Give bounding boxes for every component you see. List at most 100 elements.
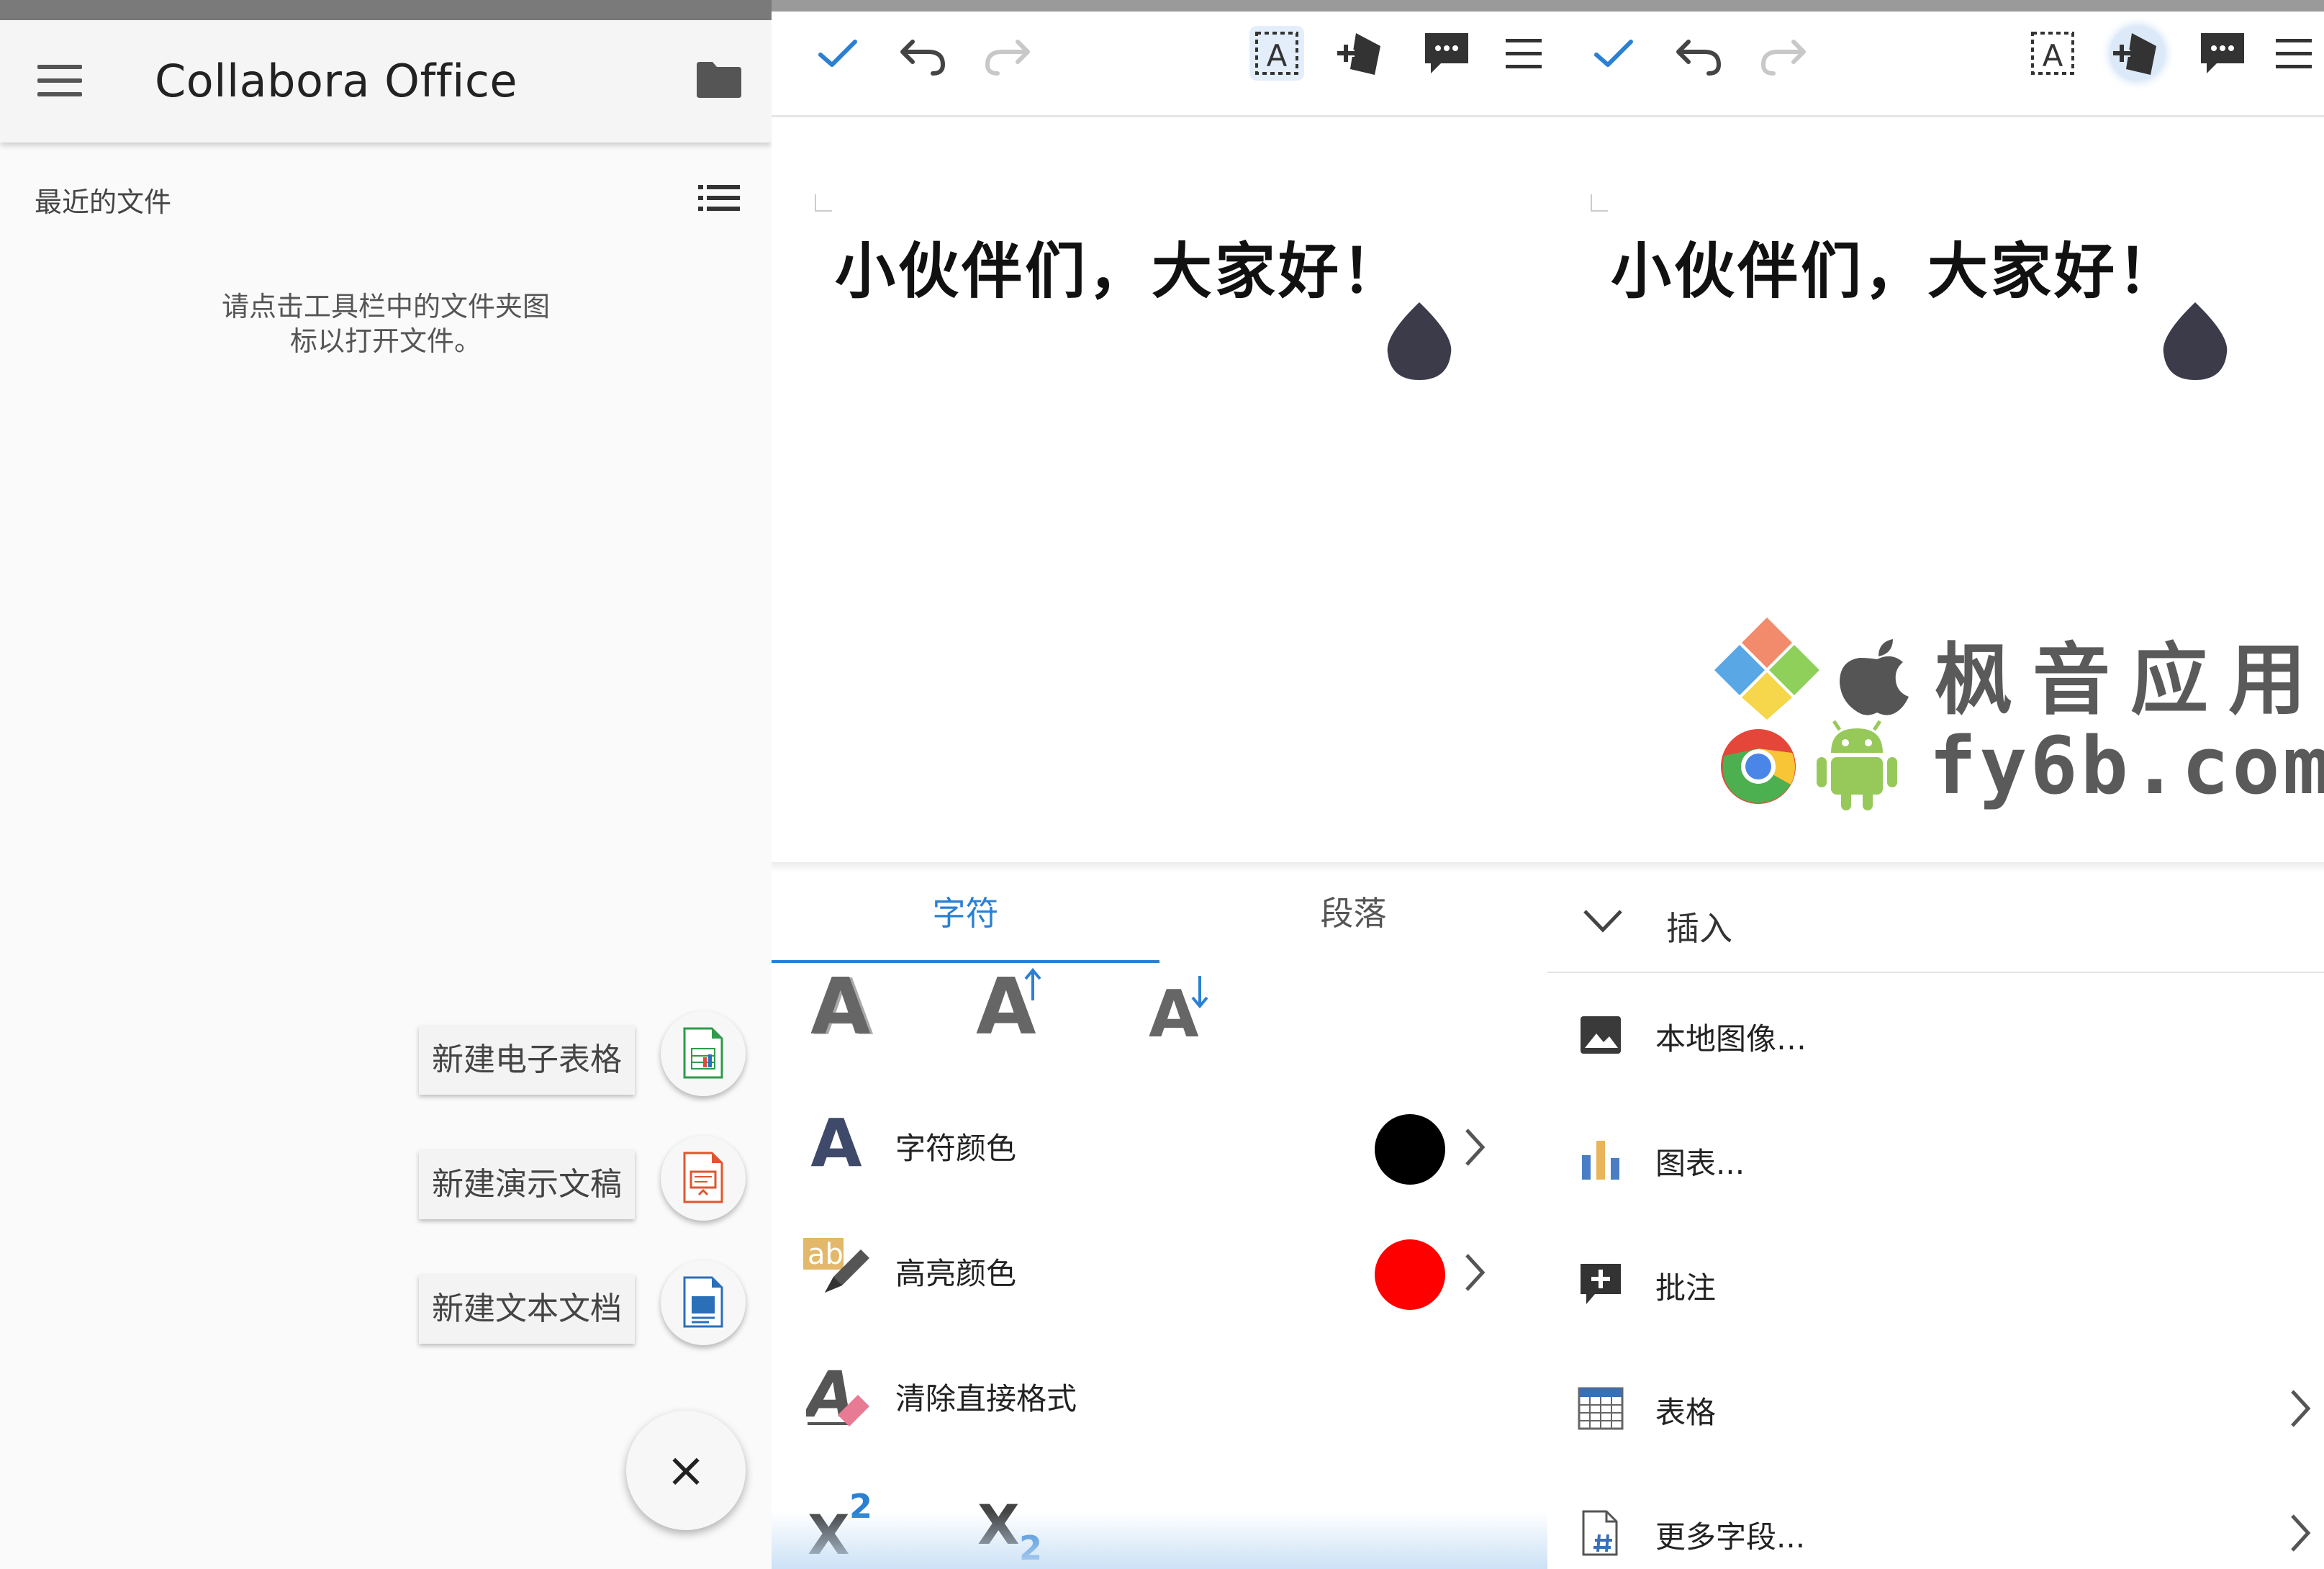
tab-character[interactable]: 字符 — [772, 871, 1159, 963]
font-size-controls: A A A A — [772, 964, 1547, 1052]
app-title: Collabora Office — [155, 55, 518, 107]
menu-label-table: 表格 — [1655, 1395, 1717, 1430]
close-fab-button[interactable]: × — [626, 1411, 746, 1530]
font-color-row[interactable]: A 字符颜色 — [772, 1088, 1547, 1196]
chevron-right-icon — [1465, 1129, 1486, 1166]
app-bar: Collabora Office — [0, 20, 772, 143]
svg-text:ab: ab — [808, 1238, 844, 1271]
chevron-right-icon — [2291, 1514, 2311, 1552]
menu-label-more-fields: 更多字段... — [1655, 1519, 1806, 1555]
svg-text:A: A — [2043, 38, 2063, 73]
subscript-exponent: 2 — [1019, 1529, 1043, 1568]
insert-shapes-icon[interactable] — [2110, 26, 2165, 81]
redo-icon[interactable] — [980, 26, 1035, 81]
new-presentation-button[interactable]: 新建演示文稿 — [419, 1150, 635, 1219]
new-text-document-fab[interactable] — [661, 1260, 746, 1345]
insert-title: 插入 — [1666, 909, 1732, 948]
cursor-handle-icon[interactable] — [2161, 302, 2230, 381]
character-format-panel: A 小伙伴们，大家好！ 字符 段落 A A A A A 字符颜色 ab 高亮颜色… — [772, 0, 1547, 1569]
menu-item-table[interactable]: 表格 — [1547, 1347, 2324, 1469]
arrow-up-icon — [1024, 967, 1041, 1000]
new-presentation-action: 新建演示文稿 — [0, 1136, 772, 1222]
grow-font-button[interactable]: A — [976, 964, 1055, 1051]
font-color-icon: A — [810, 1108, 862, 1173]
highlight-pen-icon: ab — [803, 1238, 869, 1293]
clear-format-row[interactable]: A 清除直接格式 — [772, 1339, 1547, 1447]
font-default-button[interactable]: A A — [810, 964, 882, 1052]
add-comment-icon — [1581, 1264, 1621, 1304]
undo-icon[interactable] — [895, 26, 950, 81]
menu-icon[interactable] — [37, 65, 82, 96]
presentation-doc-icon — [683, 1152, 723, 1203]
highlight-color-row[interactable]: ab 高亮颜色 — [772, 1213, 1547, 1321]
new-spreadsheet-fab[interactable] — [661, 1011, 746, 1096]
svg-text:A: A — [1267, 38, 1288, 73]
subscript-button[interactable]: X 2 — [977, 1487, 1064, 1568]
check-icon[interactable] — [1586, 26, 1641, 81]
folder-icon[interactable] — [695, 60, 743, 99]
check-icon[interactable] — [810, 26, 865, 81]
insert-shapes-icon[interactable] — [1334, 26, 1389, 81]
apple-logo-icon — [1840, 639, 1909, 715]
subscript-base: X — [977, 1493, 1020, 1557]
format-tabs: 字符 段落 — [772, 871, 1547, 963]
highlight-color-swatch[interactable] — [1375, 1239, 1445, 1310]
comment-icon[interactable] — [2195, 26, 2250, 81]
open-hint-line2: 标以打开文件。 — [289, 325, 481, 357]
recent-files-label: 最近的文件 — [35, 186, 172, 218]
editor-toolbar: A — [772, 0, 1547, 117]
chart-icon — [1582, 1141, 1619, 1180]
new-text-document-action: 新建文本文档 — [0, 1260, 772, 1347]
image-icon — [1581, 1016, 1621, 1054]
new-spreadsheet-action: 新建电子表格 — [0, 1011, 772, 1098]
menu-label-chart: 图表... — [1655, 1146, 1745, 1181]
script-controls: X 2 X 2 — [772, 1461, 1547, 1569]
insert-menu-header[interactable]: 插入 — [1547, 871, 2324, 973]
start-center-panel: Collabora Office 最近的文件 请点击工具栏中的文件夹图 标以打开… — [0, 0, 772, 1569]
menu-item-chart[interactable]: 图表... — [1547, 1098, 2324, 1220]
open-hint-line1: 请点击工具栏中的文件夹图 — [221, 291, 550, 322]
comment-icon[interactable] — [1419, 26, 1474, 81]
chevron-down-icon — [1583, 910, 1622, 933]
format-text-icon[interactable]: A — [2025, 26, 2080, 81]
chrome-logo-icon — [1721, 729, 1796, 804]
cursor-handle-icon[interactable] — [1385, 302, 1454, 381]
chevron-right-icon — [1465, 1254, 1486, 1291]
editor-toolbar: A — [1547, 0, 2324, 117]
new-text-document-button[interactable]: 新建文本文档 — [419, 1275, 635, 1344]
watermark-title: 枫音应用 — [1935, 636, 2324, 725]
menu-item-local-image[interactable]: 本地图像… — [1547, 973, 2324, 1095]
menu-label-comment: 批注 — [1655, 1270, 1717, 1306]
format-text-icon[interactable]: A — [1249, 26, 1304, 81]
arrow-down-icon — [1191, 976, 1208, 1009]
chevron-right-icon — [2291, 1390, 2311, 1427]
status-bar — [0, 0, 772, 20]
tab-paragraph[interactable]: 段落 — [1159, 871, 1547, 960]
undo-icon[interactable] — [1671, 26, 1726, 81]
superscript-button[interactable]: X 2 — [808, 1487, 894, 1567]
superscript-base: X — [808, 1503, 850, 1567]
overflow-menu-icon[interactable] — [1503, 26, 1547, 81]
document-text[interactable]: 小伙伴们，大家好！ — [1611, 223, 2181, 310]
clear-format-label: 清除直接格式 — [895, 1381, 1077, 1416]
menu-label-local-image: 本地图像… — [1655, 1021, 1807, 1057]
watermark: 枫音应用 fy6b.com — [1713, 612, 2324, 820]
new-spreadsheet-button[interactable]: 新建电子表格 — [419, 1026, 635, 1095]
android-logo-icon — [1817, 720, 1897, 810]
superscript-exponent: 2 — [849, 1487, 873, 1526]
menu-item-more-fields[interactable]: 更多字段... — [1547, 1471, 2324, 1569]
redo-icon[interactable] — [1756, 26, 1811, 81]
highlight-color-label: 高亮颜色 — [895, 1256, 1017, 1291]
shrink-font-button[interactable]: A — [1149, 964, 1228, 1052]
table-icon — [1578, 1387, 1624, 1430]
new-presentation-fab[interactable] — [661, 1136, 746, 1221]
font-color-swatch[interactable] — [1375, 1114, 1445, 1185]
document-text[interactable]: 小伙伴们，大家好！ — [835, 223, 1405, 310]
overflow-menu-icon[interactable] — [2273, 26, 2324, 81]
font-color-label: 字符颜色 — [895, 1131, 1017, 1166]
svg-text:A: A — [810, 1108, 862, 1173]
field-icon — [1582, 1510, 1618, 1556]
list-view-icon[interactable] — [698, 184, 741, 212]
text-doc-icon — [683, 1276, 723, 1328]
menu-item-comment[interactable]: 批注 — [1547, 1222, 2324, 1344]
